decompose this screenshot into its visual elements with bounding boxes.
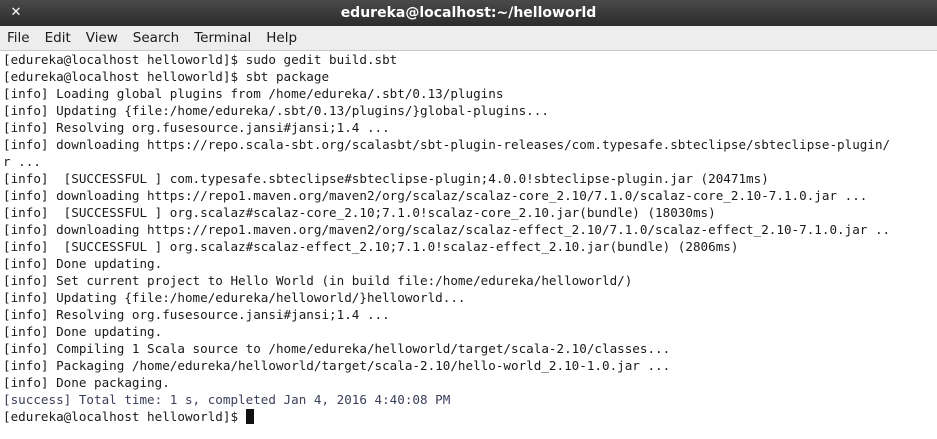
terminal-line-success: [success] Total time: 1 s, completed Jan… — [3, 392, 451, 407]
terminal-line: [info] Done updating. — [3, 324, 163, 339]
terminal-line: [info] Resolving org.fusesource.jansi#ja… — [3, 307, 390, 322]
text-cursor — [245, 409, 254, 424]
terminal-line: r ... — [3, 154, 41, 169]
terminal-line: [info] [SUCCESSFUL ] com.typesafe.sbtecl… — [3, 171, 769, 186]
menu-search[interactable]: Search — [126, 30, 187, 46]
terminal-line: [info] Updating {file:/home/edureka/.sbt… — [3, 103, 549, 118]
terminal-line: [info] Resolving org.fusesource.jansi#ja… — [3, 120, 390, 135]
terminal-line: [info] Packaging /home/edureka/helloworl… — [3, 358, 671, 373]
terminal-line: [edureka@localhost helloworld]$ sudo ged… — [3, 52, 398, 67]
terminal-line: [info] Loading global plugins from /home… — [3, 86, 504, 101]
menu-file[interactable]: File — [0, 30, 38, 46]
terminal-line: [info] downloading https://repo1.maven.o… — [3, 222, 891, 237]
terminal-output[interactable]: [edureka@localhost helloworld]$ sudo ged… — [0, 51, 937, 439]
terminal-line: [info] Compiling 1 Scala source to /home… — [3, 341, 671, 356]
menu-help[interactable]: Help — [259, 30, 305, 46]
terminal-line: [info] Updating {file:/home/edureka/hell… — [3, 290, 466, 305]
terminal-line: [info] Set current project to Hello Worl… — [3, 273, 633, 288]
terminal-prompt-line[interactable]: [edureka@localhost helloworld]$ — [0, 408, 937, 425]
terminal-line: [info] [SUCCESSFUL ] org.scalaz#scalaz-c… — [3, 205, 716, 220]
terminal-line: [info] downloading https://repo.scala-sb… — [3, 137, 891, 152]
menu-bar: File Edit View Search Terminal Help — [0, 26, 937, 51]
terminal-line: [info] Done updating. — [3, 256, 163, 271]
window-titlebar[interactable]: ✕ edureka@localhost:~/helloworld — [0, 0, 937, 26]
close-icon[interactable]: ✕ — [8, 4, 24, 20]
terminal-line: [info] downloading https://repo1.maven.o… — [3, 188, 868, 203]
menu-terminal[interactable]: Terminal — [187, 30, 259, 46]
menu-view[interactable]: View — [79, 30, 126, 46]
terminal-line: [info] Done packaging. — [3, 375, 170, 390]
terminal-line: [info] [SUCCESSFUL ] org.scalaz#scalaz-e… — [3, 239, 739, 254]
terminal-line: [edureka@localhost helloworld]$ sbt pack… — [3, 69, 330, 84]
prompt-text: [edureka@localhost helloworld]$ — [3, 409, 246, 424]
menu-edit[interactable]: Edit — [38, 30, 79, 46]
window-title: edureka@localhost:~/helloworld — [340, 5, 597, 21]
